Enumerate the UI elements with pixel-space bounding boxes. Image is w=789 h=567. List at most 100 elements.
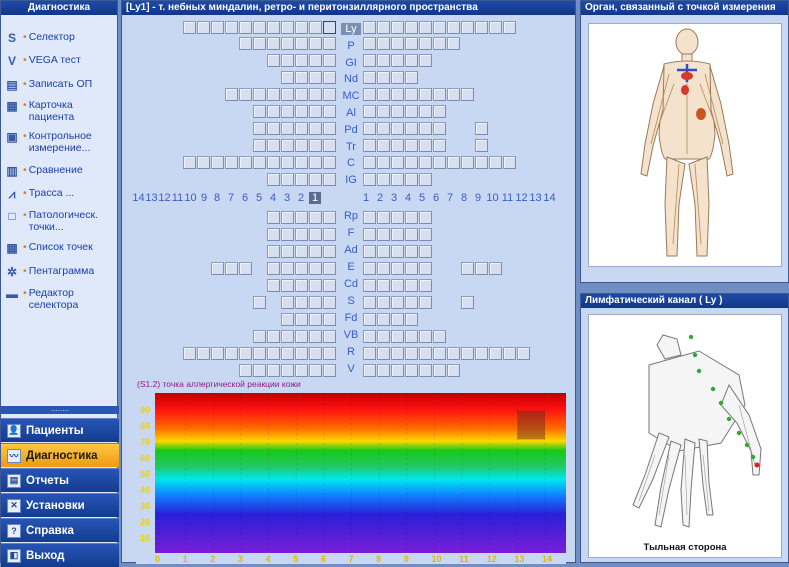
grid-cell[interactable] [295,330,308,343]
nav-button-2[interactable]: 〰 Диагностика [1,443,119,467]
grid-cell[interactable] [447,347,460,360]
grid-cell[interactable] [475,262,488,275]
grid-cell[interactable] [323,139,336,152]
grid-cell[interactable] [419,262,432,275]
point-number[interactable]: 6 [430,192,442,204]
grid-cell[interactable] [363,296,376,309]
grid-cell[interactable] [267,364,280,377]
grid-cell[interactable] [377,347,390,360]
splitter-handle[interactable]: ........ [1,405,119,414]
grid-cell[interactable] [363,228,376,241]
grid-cell[interactable] [433,347,446,360]
grid-cell[interactable] [253,21,266,34]
grid-cell[interactable] [405,211,418,224]
grid-cell[interactable] [267,173,280,186]
grid-cell[interactable] [295,245,308,258]
grid-cell[interactable] [309,245,322,258]
grid-cell[interactable] [211,156,224,169]
grid-cell[interactable] [363,173,376,186]
point-number[interactable]: 10 [486,192,499,204]
grid-cell[interactable] [419,296,432,309]
grid-cell[interactable] [405,228,418,241]
grid-cell[interactable] [461,296,474,309]
grid-cell[interactable] [405,262,418,275]
grid-cell[interactable] [405,347,418,360]
grid-cell[interactable] [323,330,336,343]
grid-cell[interactable] [461,88,474,101]
grid-cell[interactable] [281,105,294,118]
grid-cell[interactable] [419,54,432,67]
grid-cell[interactable] [281,364,294,377]
grid-cell[interactable] [391,330,404,343]
meridian-label[interactable]: Al [341,107,361,119]
grid-cell[interactable] [363,330,376,343]
grid-cell[interactable] [267,37,280,50]
point-number[interactable]: 8 [211,192,223,204]
sidebar-item-11[interactable]: ▬ • Редактор селектора [5,287,117,311]
grid-cell[interactable] [281,313,294,326]
grid-cell[interactable] [363,37,376,50]
grid-cell[interactable] [253,37,266,50]
sidebar-item-1[interactable]: S • Селектор [5,31,117,45]
grid-cell[interactable] [391,71,404,84]
meridian-label[interactable]: IG [341,174,361,186]
grid-cell[interactable] [267,54,280,67]
meridian-label[interactable]: Fd [341,312,361,324]
sidebar-item-6[interactable]: ▥ • Сравнение [5,164,117,178]
point-number[interactable]: 3 [281,192,293,204]
grid-cell[interactable] [447,37,460,50]
grid-cell[interactable] [419,364,432,377]
grid-cell[interactable] [461,262,474,275]
grid-cell[interactable] [295,262,308,275]
point-number[interactable]: 14 [132,192,145,204]
grid-cell[interactable] [489,262,502,275]
grid-cell[interactable] [253,347,266,360]
sidebar-item-4[interactable]: ▦ • Карточка пациента [5,99,117,123]
grid-cell[interactable] [363,347,376,360]
grid-cell[interactable] [419,37,432,50]
grid-cell[interactable] [281,211,294,224]
grid-cell[interactable] [377,313,390,326]
point-number[interactable]: 10 [184,192,197,204]
grid-cell[interactable] [323,347,336,360]
grid-cell[interactable] [295,21,308,34]
meridian-label[interactable]: Nd [341,73,361,85]
grid-cell[interactable] [391,296,404,309]
sidebar-item-10[interactable]: ✲ • Пентаграмма [5,265,117,279]
grid-cell[interactable] [309,262,322,275]
grid-cell[interactable] [281,262,294,275]
grid-cell[interactable] [267,347,280,360]
grid-cell[interactable] [377,330,390,343]
point-number[interactable]: 9 [198,192,210,204]
grid-cell[interactable] [391,54,404,67]
grid-cell[interactable] [405,330,418,343]
grid-cell[interactable] [281,21,294,34]
grid-cell[interactable] [253,364,266,377]
grid-cell[interactable] [419,211,432,224]
grid-cell[interactable] [239,156,252,169]
grid-cell[interactable] [433,156,446,169]
grid-cell[interactable] [405,245,418,258]
grid-cell[interactable] [253,139,266,152]
meridian-label[interactable]: Pd [341,124,361,136]
grid-cell[interactable] [363,156,376,169]
point-number[interactable]: 5 [416,192,428,204]
point-number[interactable]: 8 [458,192,470,204]
grid-cell[interactable] [267,228,280,241]
grid-cell[interactable] [377,211,390,224]
grid-cell[interactable] [363,364,376,377]
grid-cell[interactable] [405,54,418,67]
grid-cell[interactable] [419,21,432,34]
grid-cell[interactable] [281,347,294,360]
meridian-label[interactable]: GI [341,57,361,69]
grid-cell[interactable] [377,37,390,50]
grid-cell[interactable] [281,245,294,258]
grid-cell[interactable] [323,54,336,67]
grid-cell[interactable] [405,313,418,326]
grid-cell[interactable] [391,364,404,377]
sidebar-item-7[interactable]: ⩘ • Трасса ... [5,187,117,201]
meridian-label[interactable]: Ly [341,23,361,35]
grid-cell[interactable] [295,156,308,169]
nav-button-6[interactable]: ◧ Выход [1,543,119,567]
nav-button-4[interactable]: ✕ Установки [1,493,119,517]
